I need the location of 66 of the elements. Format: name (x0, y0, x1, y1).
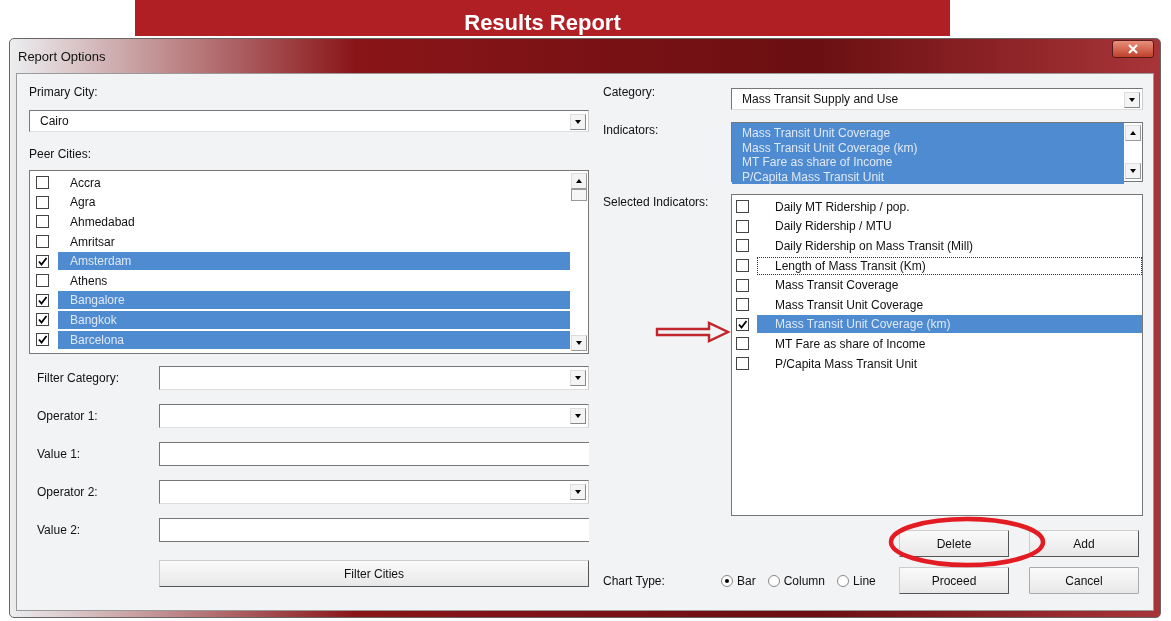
input-field[interactable] (159, 518, 589, 542)
checkbox[interactable] (736, 200, 749, 214)
list-item[interactable]: Athens (58, 271, 570, 290)
banner-title: Results Report (464, 10, 621, 36)
checkbox[interactable] (36, 333, 49, 347)
checkbox[interactable] (736, 219, 749, 233)
field-label: Operator 1: (36, 409, 99, 423)
checkbox[interactable] (36, 215, 49, 229)
checkbox[interactable] (36, 313, 49, 327)
field-label: Indicators: (603, 122, 660, 138)
field-label: Selected Indicators: (603, 194, 710, 210)
proceed-button[interactable]: Proceed (899, 567, 1009, 594)
close-icon (1127, 44, 1139, 54)
list-item[interactable]: Daily Ridership / MTU (757, 217, 1142, 236)
checkbox[interactable] (736, 337, 749, 351)
list-item[interactable]: Daily MT Ridership / pop. (757, 197, 1142, 216)
checkbox[interactable] (736, 298, 749, 312)
field-label: Value 1: (36, 447, 82, 461)
field-label: Peer Cities: (29, 146, 93, 162)
checkbox[interactable] (36, 176, 49, 190)
list-item[interactable]: Accra (58, 173, 570, 192)
scroll-down-icon[interactable] (571, 335, 587, 351)
radio-option[interactable]: Column (767, 573, 826, 588)
field-label: Value 2: (36, 523, 82, 537)
scrollbar-thumb[interactable] (571, 189, 587, 201)
field-label: Filter Category: (36, 371, 121, 385)
input-field[interactable] (159, 442, 589, 466)
list-item[interactable]: Mass Transit Coverage (757, 276, 1142, 295)
list-item[interactable]: Daily Ridership on Mass Transit (Mill) (757, 237, 1142, 255)
checkbox[interactable] (36, 293, 49, 307)
checkbox[interactable] (36, 235, 49, 249)
scroll-up-icon[interactable] (571, 173, 587, 189)
checkbox[interactable] (36, 274, 49, 288)
window-title: Report Options (17, 48, 106, 64)
filter-dropdown[interactable] (159, 404, 589, 428)
filter-dropdown[interactable] (159, 366, 589, 390)
list-item[interactable]: Mass Transit Unit Coverage (757, 295, 1142, 314)
scroll-up-icon[interactable] (1125, 125, 1141, 141)
checkbox[interactable] (36, 254, 49, 268)
field-label: Category: (603, 84, 657, 100)
close-button[interactable] (1112, 40, 1154, 58)
radio-option[interactable]: Line (837, 573, 876, 588)
cancel-button[interactable]: Cancel (1029, 567, 1139, 594)
field-label: Primary City: (29, 84, 99, 100)
filter-dropdown[interactable] (159, 480, 589, 504)
checkbox[interactable] (736, 259, 749, 273)
list-item[interactable]: P/Capita Mass Transit Unit (757, 354, 1142, 373)
list-item[interactable]: Length of Mass Transit (Km) (757, 256, 1142, 275)
checkbox[interactable] (736, 239, 749, 253)
field-label: Chart Type: (603, 573, 666, 588)
delete-button[interactable]: Delete (899, 530, 1009, 557)
category-dropdown[interactable]: Mass Transit Supply and Use (731, 88, 1143, 110)
add-button[interactable]: Add (1029, 530, 1139, 557)
checkbox[interactable] (736, 278, 749, 292)
list-item[interactable]: Amritsar (58, 232, 570, 251)
checkbox[interactable] (736, 357, 749, 371)
list-item[interactable]: MT Fare as share of Income (757, 334, 1142, 353)
list-item[interactable]: Ahmedabad (58, 213, 570, 231)
scroll-down-icon[interactable] (1125, 163, 1141, 179)
filter-cities-button[interactable]: Filter Cities (159, 560, 589, 587)
radio-option[interactable]: Bar (721, 573, 756, 588)
checkbox[interactable] (36, 195, 49, 209)
list-item[interactable]: Agra (58, 193, 570, 212)
field-label: Operator 2: (36, 485, 99, 499)
checkbox[interactable] (736, 317, 749, 331)
primary-city-dropdown[interactable]: Cairo (29, 110, 589, 132)
